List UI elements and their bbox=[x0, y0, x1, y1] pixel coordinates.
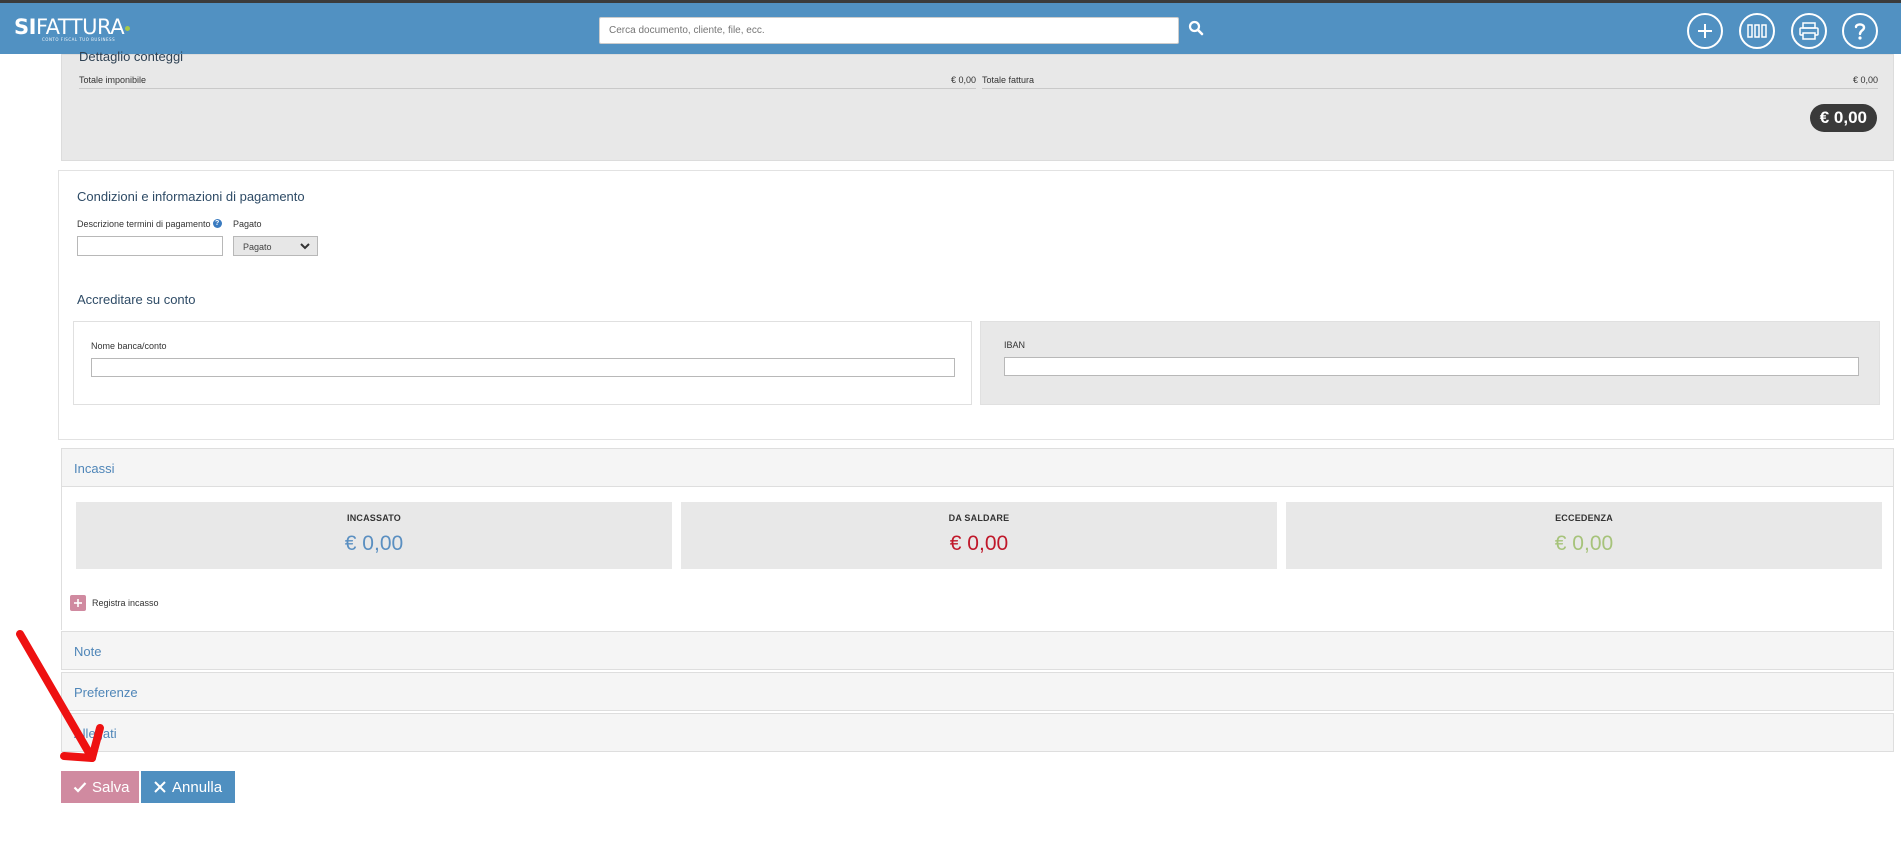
barcode-icon[interactable] bbox=[1739, 13, 1775, 49]
conteggi-title: Dettaglio conteggi bbox=[79, 49, 184, 64]
kpi-incassato-value: € 0,00 bbox=[344, 532, 404, 555]
plus-small-icon bbox=[74, 599, 82, 607]
totale-imponibile-label: Totale imponibile bbox=[79, 75, 147, 85]
printer-icon[interactable] bbox=[1791, 13, 1827, 49]
descrizione-label: Descrizione termini di pagamento? bbox=[77, 219, 222, 229]
close-icon bbox=[154, 781, 166, 793]
total-badge: € 0,00 bbox=[1809, 104, 1877, 132]
annulla-button[interactable]: Annulla bbox=[141, 771, 235, 803]
question-icon[interactable]: ? bbox=[212, 219, 222, 228]
totale-fattura-label: Totale fattura bbox=[982, 75, 1035, 85]
registra-incasso-button[interactable] bbox=[70, 595, 86, 611]
kpi-da-saldare-value: € 0,00 bbox=[949, 532, 1009, 555]
pagamento-title: Condizioni e informazioni di pagamento bbox=[77, 189, 305, 204]
conteggi-panel: Dettaglio conteggi Totale imponibile € 0… bbox=[61, 49, 1894, 161]
salva-label: Salva bbox=[92, 778, 130, 796]
plus-icon[interactable] bbox=[1687, 13, 1723, 49]
pagato-select[interactable]: Pagato bbox=[233, 236, 318, 256]
totale-imponibile-value: € 0,00 bbox=[950, 75, 976, 85]
help-icon[interactable] bbox=[1842, 13, 1878, 49]
pagamento-panel: Condizioni e informazioni di pagamento D… bbox=[58, 170, 1894, 440]
logo-dot bbox=[125, 25, 131, 31]
totale-imponibile-row: Totale imponibile € 0,00 bbox=[79, 73, 976, 89]
nome-banca-input[interactable] bbox=[91, 358, 955, 377]
check-icon bbox=[73, 782, 87, 793]
totale-fattura-row: Totale fattura € 0,00 bbox=[982, 73, 1878, 89]
logo-bold: SI bbox=[14, 15, 36, 39]
top-bar: SIFATTURA CONTO FISCAL TUO BUSINESS bbox=[0, 0, 1901, 54]
kpi-eccedenza-value: € 0,00 bbox=[1554, 532, 1614, 555]
incassi-header[interactable]: Incassi bbox=[61, 448, 1894, 487]
logo-tagline: CONTO FISCAL TUO BUSINESS bbox=[42, 37, 116, 42]
kpi-da-saldare: DA SALDARE € 0,00 bbox=[681, 502, 1277, 569]
salva-button[interactable]: Salva bbox=[61, 771, 139, 803]
search-input[interactable] bbox=[599, 17, 1179, 44]
iban-box: IBAN bbox=[980, 321, 1880, 405]
conto-box: Nome banca/conto bbox=[73, 321, 972, 405]
kpi-da-saldare-label: DA SALDARE bbox=[948, 513, 1010, 523]
iban-input[interactable] bbox=[1004, 357, 1859, 376]
red-arrow-annotation bbox=[16, 630, 104, 762]
search-icon[interactable] bbox=[1188, 20, 1208, 40]
incassi-body: INCASSATO € 0,00 DA SALDARE € 0,00 ECCED… bbox=[61, 487, 1894, 630]
incassi-title: Incassi bbox=[74, 461, 115, 476]
kpi-eccedenza: ECCEDENZA € 0,00 bbox=[1286, 502, 1882, 569]
pagato-selected-value: Pagato bbox=[243, 242, 272, 252]
note-header[interactable]: Note bbox=[61, 631, 1894, 670]
allegati-header[interactable]: Allegati bbox=[61, 713, 1894, 752]
annulla-label: Annulla bbox=[172, 778, 223, 796]
logo-rest: FATTURA bbox=[35, 15, 125, 39]
iban-label: IBAN bbox=[1004, 340, 1026, 350]
sifattura-logo[interactable]: SIFATTURA CONTO FISCAL TUO BUSINESS bbox=[14, 15, 131, 42]
kpi-incassato-label: INCASSATO bbox=[347, 513, 401, 523]
descrizione-input[interactable] bbox=[77, 236, 223, 256]
preferenze-header[interactable]: Preferenze bbox=[61, 672, 1894, 711]
pagato-label: Pagato bbox=[233, 219, 262, 229]
nome-banca-label: Nome banca/conto bbox=[91, 341, 167, 351]
descrizione-label-text: Descrizione termini di pagamento bbox=[77, 219, 211, 229]
kpi-eccedenza-label: ECCEDENZA bbox=[1555, 513, 1613, 523]
chevron-down-icon bbox=[299, 241, 311, 253]
registra-incasso-label[interactable]: Registra incasso bbox=[92, 598, 159, 608]
conto-title: Accreditare su conto bbox=[77, 292, 196, 307]
totale-fattura-value: € 0,00 bbox=[1852, 75, 1878, 85]
kpi-incassato: INCASSATO € 0,00 bbox=[76, 502, 672, 569]
